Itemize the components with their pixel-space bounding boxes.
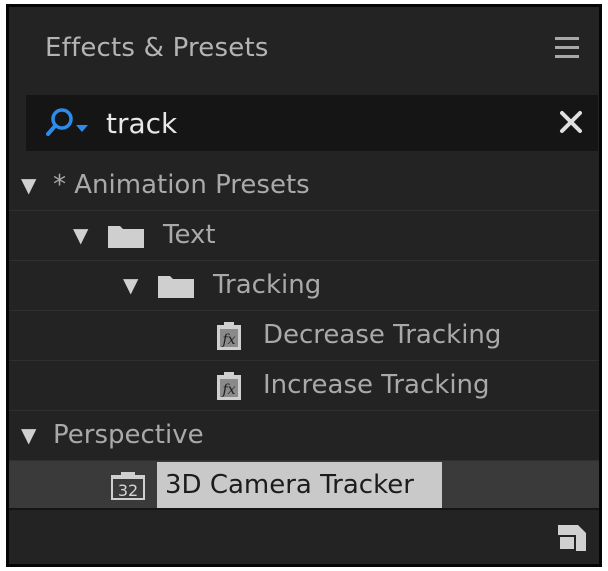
search-dropdown-icon[interactable] <box>46 107 92 139</box>
folder-icon <box>108 226 144 248</box>
animation-preset-icon: fx <box>217 322 241 350</box>
tree-item-label: 3D Camera Tracker <box>157 462 442 508</box>
panel-title: Effects & Presets <box>45 33 269 63</box>
disclosure-triangle-icon[interactable]: ▼ <box>73 211 88 259</box>
search-input[interactable] <box>106 103 546 143</box>
panel-footer <box>9 508 599 564</box>
tree-item-label: * Animation Presets <box>53 170 310 200</box>
tree-item-animation-presets[interactable]: ▼ * Animation Presets <box>9 161 599 211</box>
tree-item-label: Perspective <box>53 420 204 450</box>
tree-item-tracking[interactable]: ▼ Tracking <box>9 261 599 311</box>
effects-presets-panel: Effects & Presets ▼ * Animation Presets … <box>6 4 602 567</box>
hamburger-menu-icon <box>555 37 579 40</box>
animation-preset-icon: fx <box>217 372 241 400</box>
disclosure-triangle-icon[interactable]: ▼ <box>123 261 138 309</box>
new-item-corner-icon[interactable] <box>557 524 587 552</box>
disclosure-triangle-icon[interactable]: ▼ <box>21 161 36 209</box>
tree-item-increase-tracking[interactable]: fx Increase Tracking <box>9 361 599 411</box>
panel-menu-button[interactable] <box>555 37 579 59</box>
bit-depth-badge: 32 <box>118 481 138 500</box>
close-icon[interactable] <box>558 109 584 135</box>
tree-item-label: Increase Tracking <box>263 370 490 400</box>
search-field[interactable] <box>26 95 598 151</box>
svg-text:fx: fx <box>221 382 235 398</box>
tree-item-label: Text <box>163 220 216 250</box>
tree-item-decrease-tracking[interactable]: fx Decrease Tracking <box>9 311 599 361</box>
tree-item-3d-camera-tracker[interactable]: 32 3D Camera Tracker <box>9 461 599 511</box>
svg-text:fx: fx <box>221 332 235 348</box>
disclosure-triangle-icon[interactable]: ▼ <box>21 411 36 459</box>
effects-tree: ▼ * Animation Presets ▼ Text ▼ Tracking … <box>9 161 599 511</box>
effect-32bit-icon: 32 <box>111 472 145 500</box>
tree-item-perspective[interactable]: ▼ Perspective <box>9 411 599 461</box>
tree-item-text[interactable]: ▼ Text <box>9 211 599 261</box>
panel-header: Effects & Presets <box>9 7 599 94</box>
tree-item-label: Tracking <box>213 270 322 300</box>
folder-icon <box>158 276 194 298</box>
tree-item-label: Decrease Tracking <box>263 320 502 350</box>
